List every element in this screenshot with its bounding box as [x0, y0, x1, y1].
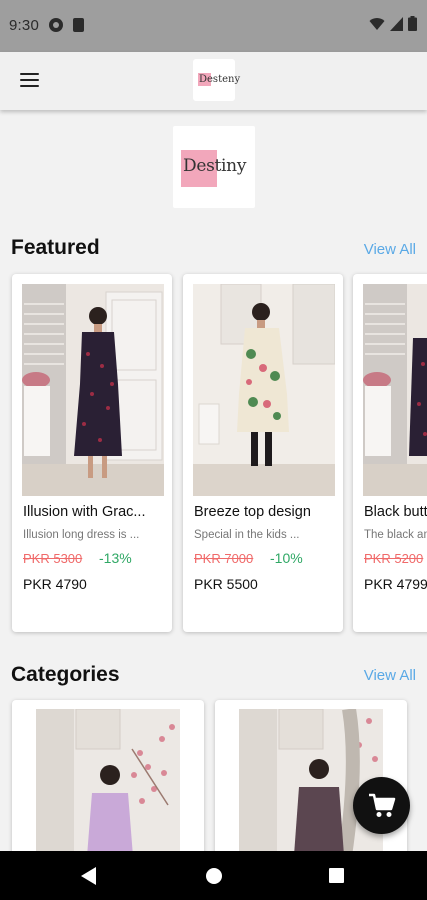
app-bar: Desteny: [0, 52, 427, 110]
system-nav-bar: [0, 851, 427, 900]
product-card[interactable]: Breeze top design Special in the kids ..…: [183, 274, 343, 632]
product-price: PKR 4790: [23, 576, 87, 592]
notification-app-icon: [49, 18, 63, 32]
product-old-price: PKR 5300: [23, 551, 83, 566]
product-old-price: PKR 5200: [364, 551, 424, 566]
featured-view-all-link[interactable]: View All: [364, 241, 416, 258]
product-name: Black butt: [364, 504, 427, 520]
product-description: The black an: [364, 529, 427, 541]
product-description: Illusion long dress is ...: [23, 529, 140, 541]
back-icon[interactable]: [81, 867, 96, 885]
product-image: [363, 284, 427, 496]
product-image: [193, 284, 335, 496]
product-name: Illusion with Grac...: [23, 504, 146, 520]
product-discount: -13%: [99, 550, 132, 566]
product-card[interactable]: Black butt The black an PKR 5200 PKR 479…: [353, 274, 427, 632]
shopping-cart-icon: [368, 793, 395, 817]
app-logo[interactable]: Desteny: [193, 59, 240, 101]
status-time: 9:30: [9, 17, 39, 34]
product-card[interactable]: Illusion with Grac... Illusion long dres…: [12, 274, 172, 632]
brand-logo: Destiny: [173, 126, 255, 208]
screen: 9:30 Desteny Destiny Featured View All I…: [0, 0, 427, 900]
app-logo-text: Desteny: [199, 74, 241, 85]
status-bar: 9:30: [0, 0, 427, 52]
featured-title: Featured: [11, 236, 100, 259]
product-image: [22, 284, 164, 496]
product-price: PKR 4799: [364, 576, 427, 592]
battery-icon: [408, 16, 417, 31]
product-discount: -10%: [270, 550, 303, 566]
menu-icon[interactable]: [20, 73, 39, 89]
home-icon[interactable]: [206, 868, 222, 884]
recents-icon[interactable]: [329, 868, 344, 883]
brand-logo-text: Destiny: [183, 156, 247, 176]
categories-title: Categories: [11, 663, 120, 686]
cell-signal-icon: [390, 16, 403, 31]
category-card[interactable]: [12, 700, 204, 860]
sim-card-icon: [73, 18, 84, 32]
category-image: [36, 709, 180, 860]
cart-button[interactable]: [353, 777, 410, 834]
product-name: Breeze top design: [194, 504, 311, 520]
product-price: PKR 5500: [194, 576, 258, 592]
product-old-price: PKR 7000: [194, 551, 254, 566]
wifi-icon: [369, 17, 385, 30]
product-description: Special in the kids ...: [194, 529, 300, 541]
categories-view-all-link[interactable]: View All: [364, 667, 416, 684]
status-indicators: [369, 16, 417, 31]
